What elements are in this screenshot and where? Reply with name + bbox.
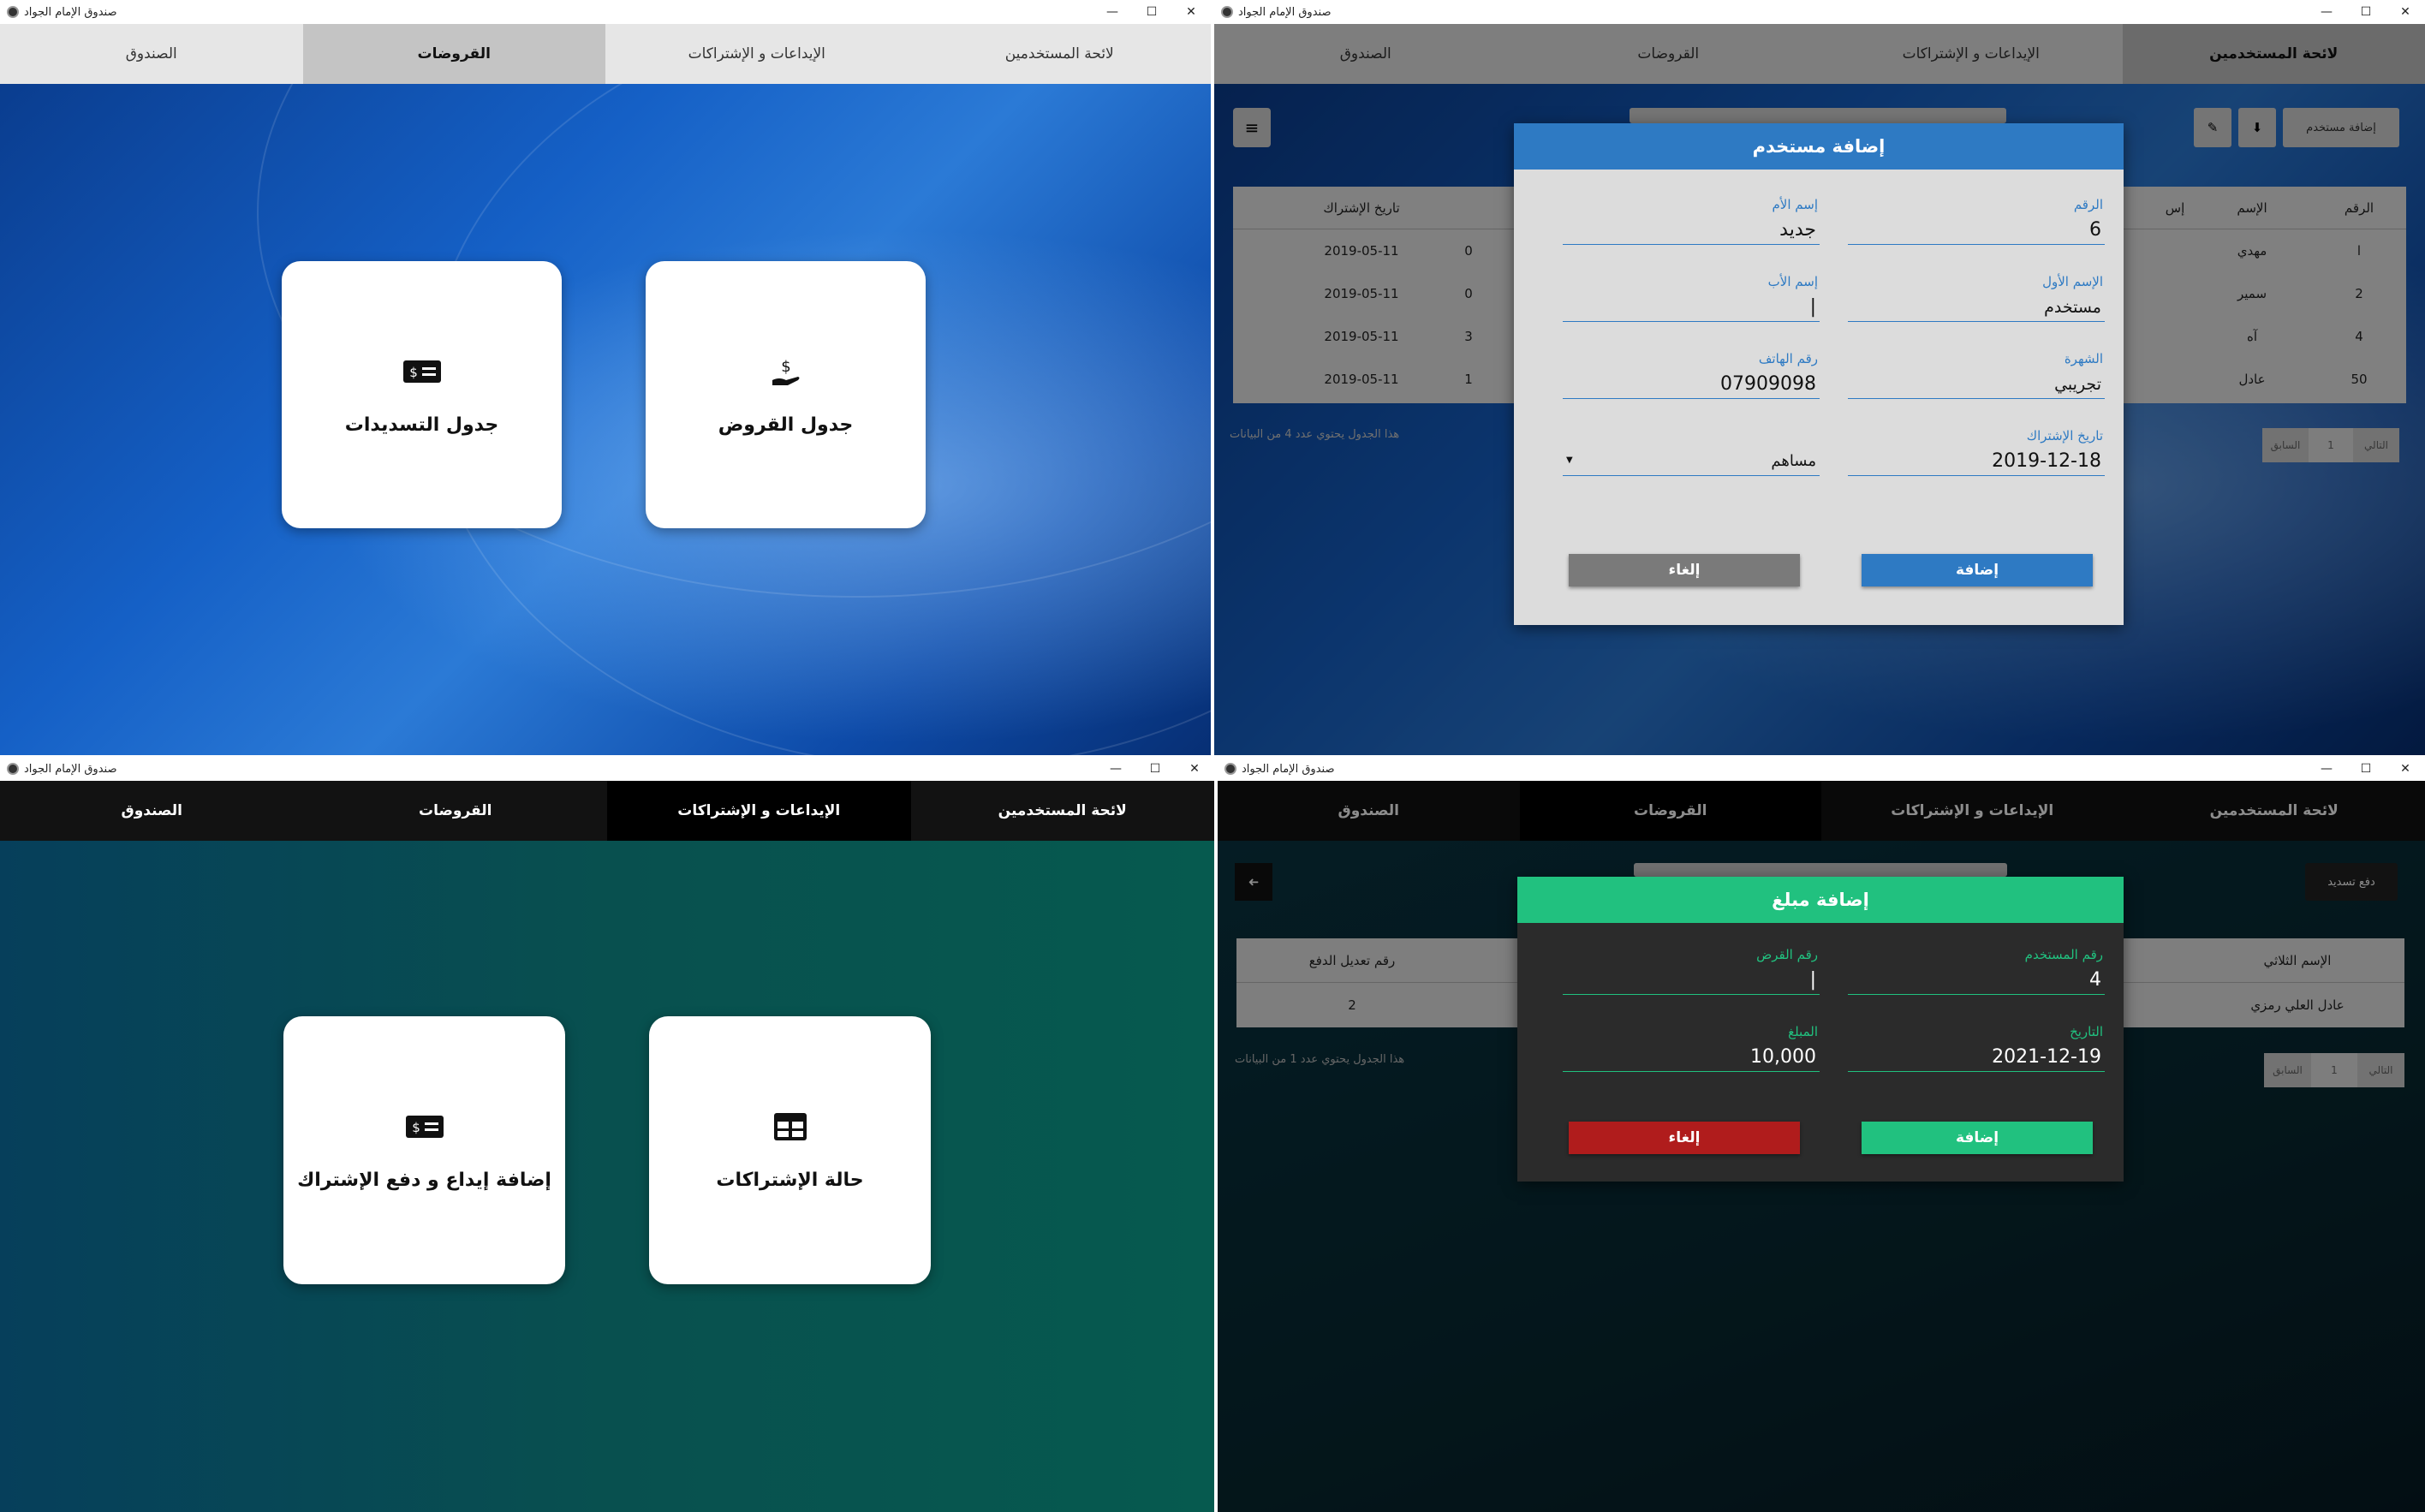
- money-bill-icon: $: [402, 354, 441, 389]
- tab-deposits[interactable]: الإيداعات و الإشتراكات: [605, 24, 909, 84]
- cancel-button[interactable]: إلغاء: [1569, 554, 1800, 586]
- window-loans: صندوق الإمام الجواد — ☐ ✕ لائحة المستخدم…: [0, 0, 1211, 755]
- member-type-select[interactable]: مساهم ▼: [1563, 428, 1820, 479]
- dialog-title: إضافة مستخدم: [1514, 123, 2124, 170]
- maximize-icon[interactable]: ☐: [1132, 0, 1171, 24]
- minimize-icon[interactable]: —: [1093, 0, 1132, 24]
- card-label: حالة الإشتراكات: [716, 1170, 864, 1191]
- title-bar: صندوق الإمام الجواد — ☐ ✕: [0, 757, 1214, 781]
- number-field[interactable]: الرقم 6: [1848, 197, 2105, 248]
- maximize-icon[interactable]: ☐: [1135, 757, 1175, 781]
- add-amount-dialog: إضافة مبلغ رقم المستخدم 4 رقم القرض | ال…: [1517, 877, 2124, 1182]
- date-field[interactable]: التاريخ 2021-12-19: [1848, 1024, 2105, 1075]
- title-bar: صندوق الإمام الجواد — ☐ ✕: [1214, 0, 2425, 24]
- close-icon[interactable]: ✕: [2386, 0, 2425, 24]
- minimize-icon[interactable]: —: [2307, 757, 2346, 781]
- first-name-field[interactable]: الإسم الأول مستخدم: [1848, 274, 2105, 325]
- card-repayments-table[interactable]: $ جدول التسديدات: [282, 261, 562, 528]
- table-grid-icon: [773, 1110, 807, 1144]
- title-bar: صندوق الإمام الجواد — ☐ ✕: [0, 0, 1211, 24]
- tab-loans[interactable]: القروضات: [302, 24, 605, 84]
- money-bill-icon: $: [405, 1110, 444, 1144]
- card-label: جدول القروض: [718, 414, 854, 436]
- svg-text:$: $: [412, 1120, 420, 1135]
- chevron-down-icon: ▼: [1566, 455, 1573, 465]
- cancel-button[interactable]: إلغاء: [1569, 1122, 1800, 1154]
- app-icon: [1224, 763, 1236, 775]
- maximize-icon[interactable]: ☐: [2346, 757, 2386, 781]
- close-icon[interactable]: ✕: [1171, 0, 1211, 24]
- card-label: جدول التسديدات: [344, 414, 499, 436]
- window-title: صندوق الإمام الجواد: [1242, 762, 1335, 776]
- mother-name-field[interactable]: إسم الأم جديد: [1563, 197, 1820, 248]
- svg-text:$: $: [781, 358, 790, 376]
- father-name-field[interactable]: إسم الأب |: [1563, 274, 1820, 325]
- background: [0, 0, 1211, 755]
- tab-loans[interactable]: القروضات: [304, 781, 608, 841]
- window-deposits: صندوق الإمام الجواد — ☐ ✕ لائحة المستخدم…: [0, 757, 1214, 1512]
- loan-number-field[interactable]: رقم القرض |: [1563, 947, 1820, 998]
- app-icon: [1221, 6, 1233, 18]
- tab-users[interactable]: لائحة المستخدمين: [911, 781, 1215, 841]
- background: [0, 841, 1214, 1512]
- window-title: صندوق الإمام الجواد: [24, 5, 117, 19]
- svg-text:$: $: [409, 365, 418, 380]
- card-loans-table[interactable]: $ جدول القروض: [646, 261, 926, 528]
- tab-users[interactable]: لائحة المستخدمين: [909, 24, 1212, 84]
- tab-fund[interactable]: الصندوق: [0, 781, 304, 841]
- close-icon[interactable]: ✕: [1175, 757, 1214, 781]
- minimize-icon[interactable]: —: [2307, 0, 2346, 24]
- tab-deposits[interactable]: الإيداعات و الإشتراكات: [607, 781, 911, 841]
- subscription-date-field[interactable]: تاريخ الإشتراك 2019-12-18: [1848, 428, 2105, 479]
- user-number-field[interactable]: رقم المستخدم 4: [1848, 947, 2105, 998]
- close-icon[interactable]: ✕: [2386, 757, 2425, 781]
- add-button[interactable]: إضافة: [1862, 554, 2093, 586]
- add-button[interactable]: إضافة: [1862, 1122, 2093, 1154]
- window-title: صندوق الإمام الجواد: [24, 762, 117, 776]
- window-title: صندوق الإمام الجواد: [1238, 5, 1332, 19]
- amount-field[interactable]: المبلغ 10,000: [1563, 1024, 1820, 1075]
- title-bar: صندوق الإمام الجواد — ☐ ✕: [1218, 757, 2425, 781]
- app-icon: [7, 763, 19, 775]
- app-icon: [7, 6, 19, 18]
- card-subscription-status[interactable]: حالة الإشتراكات: [649, 1016, 931, 1284]
- add-user-dialog: إضافة مستخدم الرقم 6 إسم الأم جديد الإسم…: [1514, 123, 2124, 625]
- card-add-deposit[interactable]: $ إضافة إيداع و دفع الإشتراك: [283, 1016, 565, 1284]
- phone-field[interactable]: رقم الهاتف 07909098: [1563, 351, 1820, 402]
- tab-fund[interactable]: الصندوق: [0, 24, 303, 84]
- dialog-title: إضافة مبلغ: [1517, 877, 2124, 923]
- window-repayments: صندوق الإمام الجواد — ☐ ✕ لائحة المستخدم…: [1218, 757, 2425, 1512]
- surname-field[interactable]: الشهرة تجريبي: [1848, 351, 2105, 402]
- window-users: صندوق الإمام الجواد — ☐ ✕ لائحة المستخدم…: [1214, 0, 2425, 755]
- card-label: إضافة إيداع و دفع الإشتراك: [297, 1170, 551, 1191]
- minimize-icon[interactable]: —: [1096, 757, 1135, 781]
- hand-money-icon: $: [769, 354, 803, 389]
- maximize-icon[interactable]: ☐: [2346, 0, 2386, 24]
